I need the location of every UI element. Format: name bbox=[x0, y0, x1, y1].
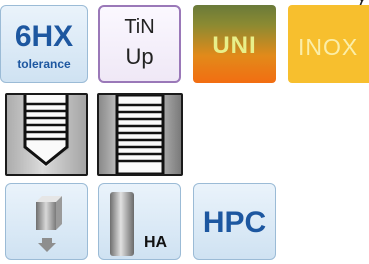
blind-hole-thread-icon bbox=[7, 95, 86, 174]
coating-line2: Up bbox=[125, 44, 154, 69]
inox-material-button[interactable]: INOX bbox=[288, 5, 369, 83]
inox-label: INOX bbox=[298, 34, 359, 60]
hpc-label: HPC bbox=[202, 206, 267, 239]
tolerance-6hx-button[interactable]: 6HX tolerance bbox=[0, 5, 88, 83]
hpc-button[interactable]: HPC bbox=[193, 183, 276, 260]
through-hole-thread-icon bbox=[99, 95, 181, 174]
tolerance-caption: tolerance bbox=[17, 57, 71, 71]
ha-label: HA bbox=[144, 234, 168, 251]
shank-cylinder-icon bbox=[110, 192, 134, 256]
uni-material-button[interactable]: UNI bbox=[193, 5, 276, 83]
through-hole-button[interactable] bbox=[97, 93, 183, 176]
uni-label: UNI bbox=[212, 32, 257, 59]
ha-shank-button[interactable]: HA bbox=[98, 183, 181, 260]
tin-coating-button[interactable]: TiN Up bbox=[98, 5, 181, 83]
cylinder-down-button[interactable] bbox=[5, 183, 88, 260]
tolerance-class-label: 6HX bbox=[14, 20, 74, 53]
blind-hole-button[interactable] bbox=[5, 93, 88, 176]
coating-line1: TiN bbox=[124, 16, 155, 38]
cylinder-down-arrow-icon bbox=[36, 196, 62, 252]
